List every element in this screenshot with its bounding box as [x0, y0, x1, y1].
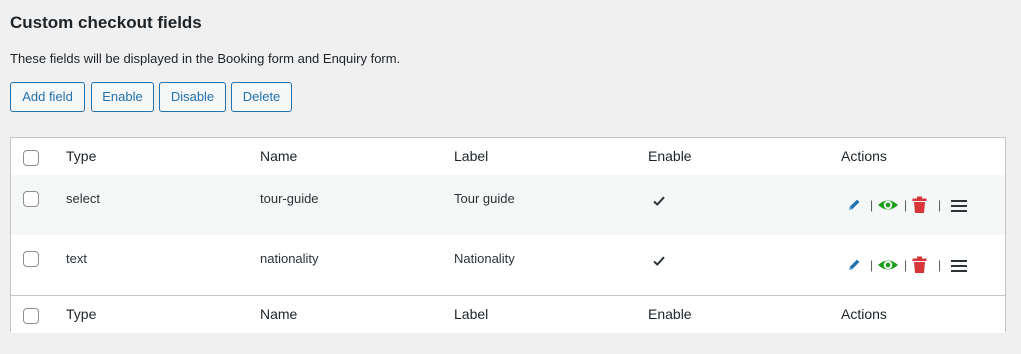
column-header-label: Label — [454, 148, 489, 164]
delete-button[interactable]: Delete — [231, 82, 292, 112]
action-separator: | — [870, 258, 874, 272]
page-description: These fields will be displayed in the Bo… — [10, 51, 401, 66]
table-header: Type Name Label Enable Actions — [11, 138, 1005, 176]
column-footer-actions: Actions — [841, 306, 887, 322]
field-name: tour-guide — [260, 191, 319, 206]
edit-icon[interactable] — [846, 197, 862, 218]
field-label: Tour guide — [454, 191, 515, 206]
edit-icon[interactable] — [846, 257, 862, 278]
trash-icon[interactable] — [912, 196, 927, 219]
view-icon[interactable] — [877, 256, 899, 279]
column-header-name: Name — [260, 148, 298, 164]
field-type: text — [66, 251, 87, 266]
action-separator: | — [904, 258, 908, 272]
column-footer-name: Name — [260, 306, 298, 322]
select-all-checkbox[interactable] — [23, 308, 39, 324]
action-separator: | — [904, 198, 908, 212]
view-icon[interactable] — [877, 196, 899, 219]
trash-icon[interactable] — [912, 256, 927, 279]
action-separator: | — [938, 258, 942, 272]
column-footer-type: Type — [66, 306, 97, 322]
table-footer: Type Name Label Enable Actions — [11, 295, 1005, 333]
checkout-fields-panel: Custom checkout fields These fields will… — [0, 0, 1021, 354]
enable-button[interactable]: Enable — [91, 82, 154, 112]
drag-handle-icon[interactable] — [951, 199, 967, 217]
page-title: Custom checkout fields — [10, 13, 202, 32]
field-name: nationality — [260, 251, 319, 266]
column-header-enable: Enable — [648, 148, 692, 164]
action-separator: | — [938, 198, 942, 212]
column-header-type: Type — [66, 148, 97, 164]
checkmark-icon — [653, 253, 665, 271]
add-field-button[interactable]: Add field — [10, 82, 85, 112]
column-header-actions: Actions — [841, 148, 887, 164]
disable-button[interactable]: Disable — [159, 82, 226, 112]
field-label: Nationality — [454, 251, 515, 266]
table-row: text nationality Nationality | | | — [11, 235, 1005, 295]
action-separator: | — [870, 198, 874, 212]
column-footer-label: Label — [454, 306, 489, 322]
column-footer-enable: Enable — [648, 306, 692, 322]
row-checkbox[interactable] — [23, 191, 39, 207]
select-all-checkbox[interactable] — [23, 150, 39, 166]
field-type: select — [66, 191, 100, 206]
checkmark-icon — [653, 193, 665, 211]
fields-table: Type Name Label Enable Actions select to… — [10, 137, 1006, 333]
table-row: select tour-guide Tour guide | | | — [11, 175, 1005, 235]
row-checkbox[interactable] — [23, 251, 39, 267]
drag-handle-icon[interactable] — [951, 259, 967, 277]
